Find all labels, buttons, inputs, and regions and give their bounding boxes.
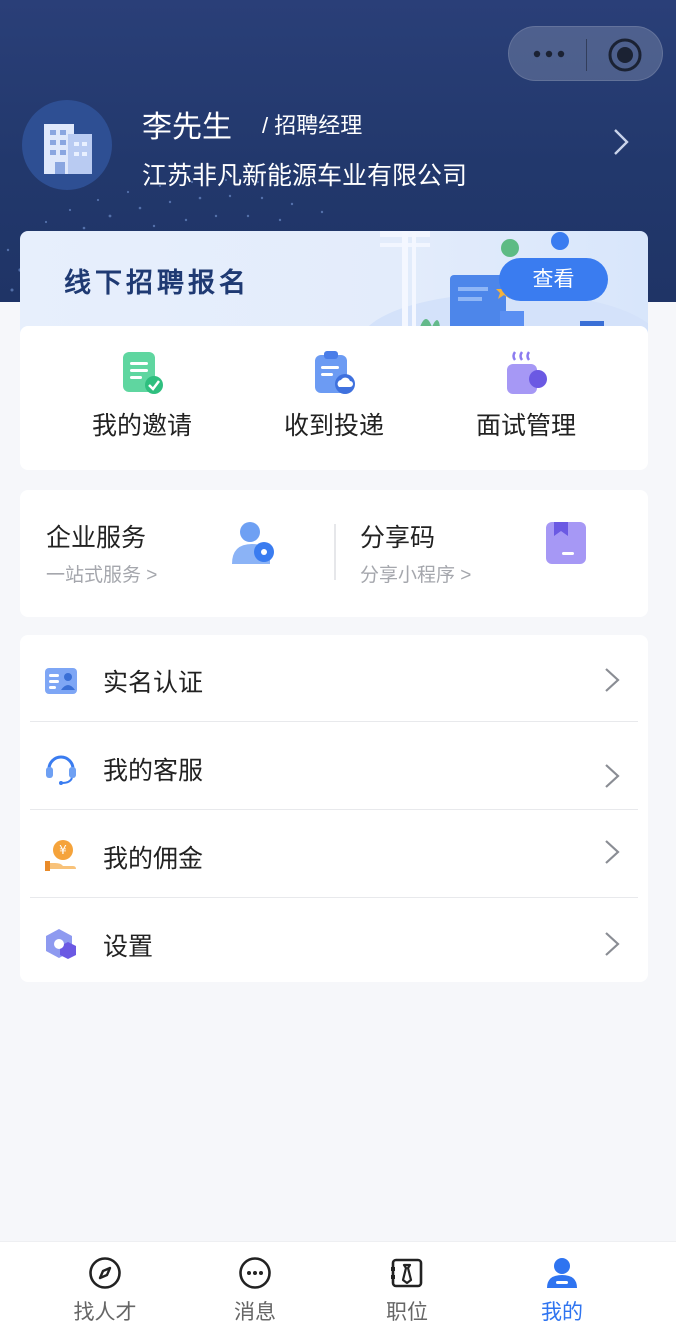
tab-label: 消息	[234, 1301, 276, 1324]
shortcut-label: 面试管理	[475, 412, 576, 440]
close-target-icon[interactable]	[607, 37, 643, 73]
chevron-right-icon	[605, 764, 620, 788]
shortcut-label: 我的邀请	[91, 412, 192, 440]
miniprogram-capsule	[508, 26, 663, 81]
compass-icon	[89, 1257, 121, 1289]
shortcut-label: 收到投递	[283, 412, 384, 440]
capsule-divider	[586, 39, 587, 71]
user-service-icon	[232, 522, 274, 564]
company-avatar[interactable]	[22, 100, 112, 190]
shortcut-interview-management[interactable]: 面试管理	[426, 326, 626, 470]
user-icon	[547, 1258, 577, 1288]
offline-recruit-banner[interactable]: 线下招聘报名 查看	[20, 231, 648, 341]
bottom-tab-bar: 找人才 消息 职位 我的	[0, 1241, 676, 1334]
menu-label: 实名认证	[103, 669, 204, 697]
briefcase-icon	[391, 1258, 423, 1288]
settings-hexagon-icon	[46, 929, 76, 959]
menu-label: 我的客服	[103, 757, 204, 785]
svg-text:¥: ¥	[59, 843, 67, 857]
chevron-right-icon	[605, 932, 620, 956]
company-name: 江苏非凡新能源车业有限公司	[142, 162, 468, 190]
chevron-right-icon[interactable]	[612, 128, 630, 156]
menu-item-commission[interactable]: ¥ 我的佣金	[20, 811, 648, 898]
user-role: / 招聘经理	[262, 113, 363, 138]
service-panel: 企业服务 一站式服务 > 分享码 分享小程序 >	[20, 490, 648, 617]
shortcut-my-invitations[interactable]: 我的邀请	[42, 326, 242, 470]
settings-menu: 实名认证 我的客服 ¥ 我的佣金 设置	[20, 635, 648, 982]
id-card-icon	[45, 668, 77, 694]
menu-item-settings[interactable]: 设置	[20, 899, 648, 986]
clipboard-icon	[315, 351, 355, 394]
tab-find-talent[interactable]: 找人才	[55, 1242, 155, 1334]
more-icon[interactable]	[531, 45, 567, 63]
service-title: 分享码	[360, 524, 436, 552]
shortcut-panel: 我的邀请 收到投递 面试管理	[20, 326, 648, 470]
tab-label: 找人才	[73, 1301, 137, 1324]
invitation-icon	[123, 352, 163, 394]
building-icon	[44, 124, 92, 174]
banner-title: 线下招聘报名	[64, 268, 250, 298]
menu-item-customer-service[interactable]: 我的客服	[20, 723, 648, 810]
chevron-right-icon	[605, 668, 620, 692]
tab-messages[interactable]: 消息	[205, 1242, 305, 1334]
view-button[interactable]: 查看	[499, 258, 608, 301]
tab-label: 我的	[541, 1301, 583, 1324]
tab-label: 职位	[386, 1301, 428, 1324]
shortcut-received-applications[interactable]: 收到投递	[234, 326, 434, 470]
chevron-right-icon	[605, 840, 620, 864]
menu-divider	[30, 809, 638, 810]
share-code-entry[interactable]: 分享码 分享小程序 >	[336, 490, 648, 617]
menu-label: 我的佣金	[103, 845, 204, 873]
chat-icon	[239, 1257, 271, 1289]
menu-divider	[30, 897, 638, 898]
service-subtitle: 分享小程序 >	[360, 565, 472, 586]
tab-positions[interactable]: 职位	[357, 1242, 457, 1334]
menu-item-realname-verification[interactable]: 实名认证	[20, 635, 648, 722]
menu-label: 设置	[103, 933, 154, 961]
share-code-icon	[546, 522, 586, 564]
tab-mine[interactable]: 我的	[512, 1242, 612, 1334]
coffee-cup-icon	[507, 351, 547, 394]
service-title: 企业服务	[46, 524, 147, 552]
headset-icon	[46, 755, 76, 785]
user-name: 李先生	[142, 111, 232, 144]
menu-divider	[30, 721, 638, 722]
coin-hand-icon: ¥	[45, 840, 76, 871]
service-subtitle: 一站式服务 >	[46, 565, 158, 586]
enterprise-service-entry[interactable]: 企业服务 一站式服务 >	[20, 490, 334, 617]
